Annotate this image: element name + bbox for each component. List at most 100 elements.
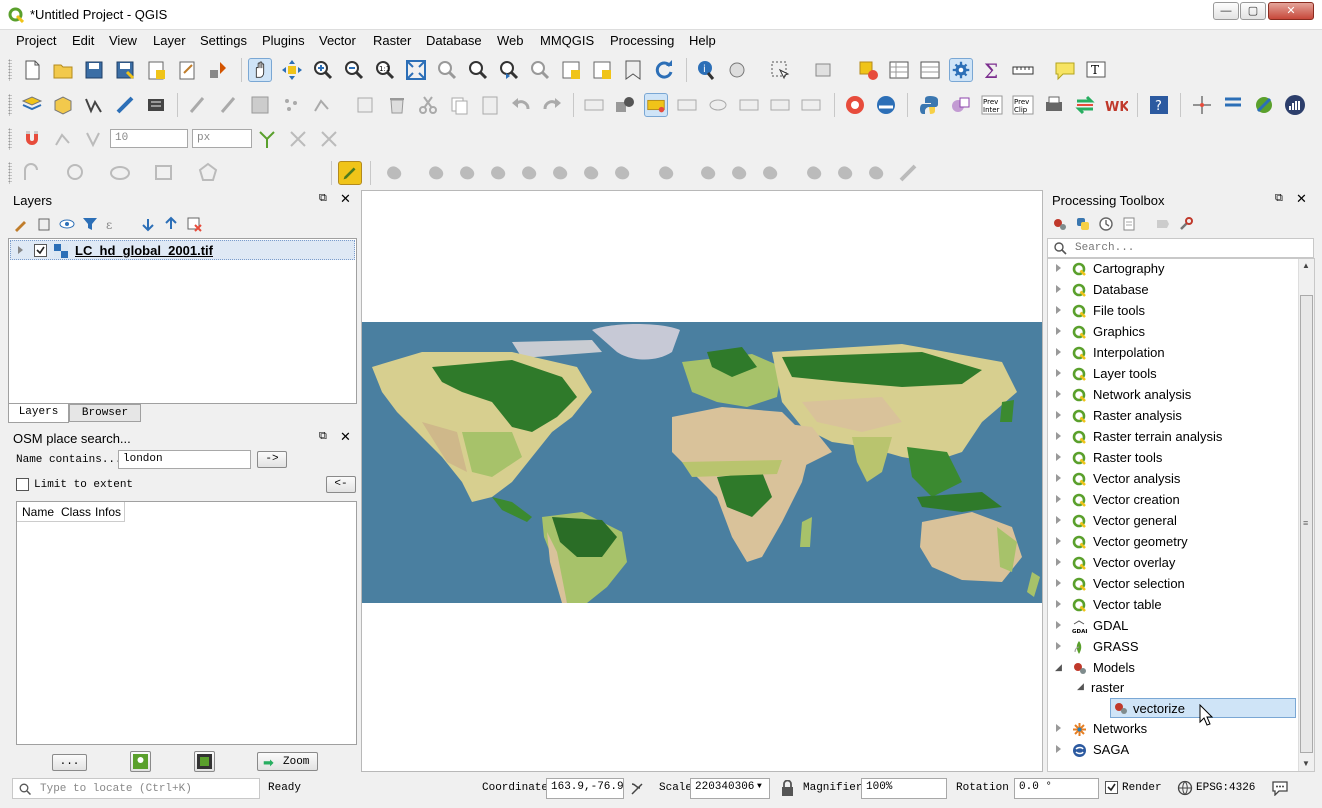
tree-node-file-tools[interactable]: File tools [1048, 301, 1288, 322]
fill-ring-icon[interactable] [549, 161, 573, 185]
zoom-to-selection-icon[interactable] [435, 58, 459, 82]
crosshair-icon[interactable] [1190, 93, 1214, 117]
limit-to-extent-checkbox[interactable] [16, 478, 29, 491]
column-infos[interactable]: Infos [95, 505, 121, 519]
map-tips-icon[interactable] [1053, 58, 1077, 82]
help-icon[interactable]: ? [1147, 93, 1171, 117]
tree-node-vector-creation[interactable]: Vector creation [1048, 490, 1288, 511]
expand-arrow-icon[interactable] [1056, 432, 1061, 440]
collapse-arrow-icon[interactable]: ◢ [1055, 662, 1062, 673]
tree-node-vector-general[interactable]: Vector general [1048, 511, 1288, 532]
search-input[interactable]: Search... [1075, 242, 1134, 254]
close-panel-icon[interactable]: ✕ [1296, 191, 1307, 207]
float-panel-icon[interactable]: ⧉ [319, 192, 327, 205]
osm-pin-button[interactable] [130, 751, 151, 772]
locator-bar[interactable]: Type to locate (Ctrl+K) [12, 778, 260, 799]
snapping-magnet-icon[interactable] [20, 127, 44, 151]
expand-arrow-icon[interactable] [1056, 600, 1061, 608]
tree-node-network-analysis[interactable]: Network analysis [1048, 385, 1288, 406]
tree-node-database[interactable]: Database [1048, 280, 1288, 301]
prev-inter-icon[interactable]: PrevInter [980, 93, 1004, 117]
expand-arrow-icon[interactable] [1056, 558, 1061, 566]
expand-arrow-icon[interactable] [1056, 348, 1061, 356]
move-label-icon[interactable] [737, 93, 761, 117]
layout-manager-icon[interactable] [175, 58, 199, 82]
tree-node-graphics[interactable]: Graphics [1048, 322, 1288, 343]
tree-node-vector-analysis[interactable]: Vector analysis [1048, 469, 1288, 490]
history-clock-icon[interactable] [1098, 216, 1114, 232]
name-contains-input[interactable]: london [118, 450, 251, 469]
wkt-icon[interactable]: WKT [1104, 93, 1128, 117]
tree-node-networks[interactable]: Networks [1048, 719, 1288, 740]
expand-arrow-icon[interactable] [1056, 495, 1061, 503]
zoom-last-icon[interactable] [497, 58, 521, 82]
toggle-editing-icon[interactable] [217, 93, 241, 117]
tree-node-raster-tools[interactable]: Raster tools [1048, 448, 1288, 469]
locator-input[interactable]: Type to locate (Ctrl+K) [40, 783, 192, 795]
layer-row[interactable]: LC_hd_global_2001.tif [10, 240, 355, 260]
tree-node-vector-overlay[interactable]: Vector overlay [1048, 553, 1288, 574]
refresh-icon[interactable] [652, 58, 676, 82]
offset-point-symbols-icon[interactable] [896, 161, 920, 185]
menu-mmqgis[interactable]: MMQGIS [540, 33, 594, 48]
tree-node-grass[interactable]: GRASS [1048, 637, 1288, 658]
remove-layer-icon[interactable] [186, 216, 202, 232]
column-name[interactable]: Name [22, 505, 54, 519]
messages-icon[interactable] [1271, 780, 1289, 796]
toolbar-grip[interactable] [8, 162, 12, 184]
float-panel-icon[interactable]: ⧉ [1275, 192, 1283, 205]
deselect-all-icon[interactable] [856, 58, 880, 82]
expand-arrow-icon[interactable] [1056, 579, 1061, 587]
split-feature-icon[interactable] [728, 161, 752, 185]
expand-arrow-icon[interactable] [1056, 642, 1061, 650]
menu-edit[interactable]: Edit [72, 33, 94, 48]
snap-intersection-icon[interactable] [286, 127, 310, 151]
delete-part-icon[interactable] [611, 161, 635, 185]
render-checkbox[interactable] [1105, 781, 1118, 794]
pin-labels-icon[interactable] [675, 93, 699, 117]
python-scripts-icon[interactable] [1075, 216, 1091, 232]
redo-icon[interactable] [540, 93, 564, 117]
menu-layer[interactable]: Layer [153, 33, 186, 48]
expand-arrow-icon[interactable] [1056, 411, 1061, 419]
manage-map-themes-icon[interactable] [59, 216, 75, 232]
world-landcover-raster[interactable] [362, 322, 1042, 603]
menu-database[interactable]: Database [426, 33, 482, 48]
osm-map-button[interactable] [194, 751, 215, 772]
rotate-feature-icon[interactable] [425, 161, 449, 185]
text-annotation-icon[interactable]: T [1084, 58, 1108, 82]
tree-node-interpolation[interactable]: Interpolation [1048, 343, 1288, 364]
topological-editing-icon[interactable] [255, 127, 279, 151]
reshape-feature-icon[interactable] [655, 161, 679, 185]
expand-arrow-icon[interactable] [1056, 516, 1061, 524]
snap-vertex-icon[interactable] [82, 127, 106, 151]
field-calculator-icon[interactable] [918, 58, 942, 82]
open-layer-styling-icon[interactable] [13, 216, 29, 232]
zoom-in-icon[interactable] [311, 58, 335, 82]
expand-arrow-icon[interactable] [1056, 621, 1061, 629]
menu-settings[interactable]: Settings [200, 33, 247, 48]
zoom-button[interactable]: ➡ Zoom [257, 752, 318, 771]
statistical-summary-icon[interactable]: Σ [980, 58, 1004, 82]
menu-web[interactable]: Web [497, 33, 524, 48]
add-ring-icon[interactable] [487, 161, 511, 185]
move-feature-icon[interactable] [383, 161, 407, 185]
pan-map-icon[interactable] [248, 58, 272, 82]
new-print-layout-icon[interactable] [144, 58, 168, 82]
expand-arrow-icon[interactable] [1056, 537, 1061, 545]
expand-arrow-icon[interactable] [1056, 453, 1061, 461]
tree-node-cartography[interactable]: Cartography [1048, 259, 1288, 280]
collapse-arrow-icon[interactable]: ◢ [1077, 681, 1084, 692]
add-rectangle-icon[interactable] [152, 161, 176, 185]
menu-plugins[interactable]: Plugins [262, 33, 305, 48]
scroll-up-icon[interactable]: ▲ [1302, 261, 1310, 270]
add-group-icon[interactable] [36, 216, 52, 232]
snap-to-layer-icon[interactable] [51, 127, 75, 151]
menu-view[interactable]: View [109, 33, 137, 48]
zoom-native-icon[interactable]: 1:1 [373, 58, 397, 82]
menu-vector[interactable]: Vector [319, 33, 356, 48]
rotate-label-icon[interactable] [768, 93, 792, 117]
select-by-value-icon[interactable] [812, 58, 836, 82]
georeferencer-icon[interactable] [1252, 93, 1276, 117]
filter-legend-icon[interactable] [82, 216, 98, 232]
